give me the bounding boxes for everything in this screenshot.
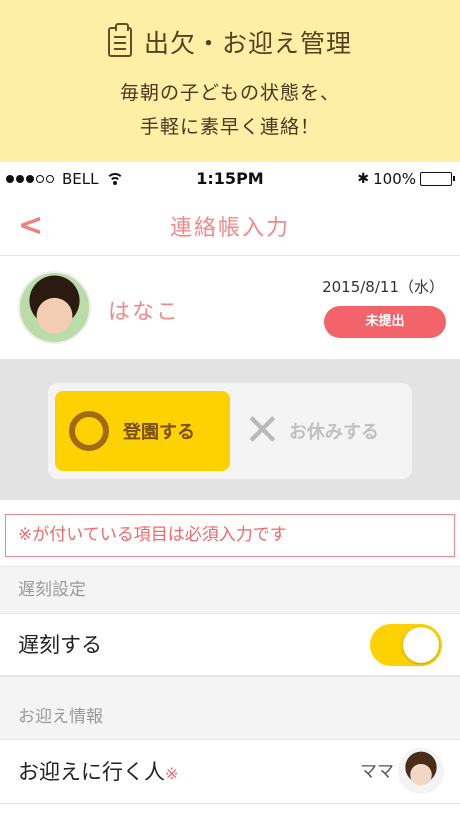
absent-button[interactable]: ✕ お休みする: [244, 391, 404, 471]
late-toggle[interactable]: [370, 624, 442, 666]
late-label: 遅刻する: [18, 633, 102, 657]
x-mark-icon: ✕: [244, 405, 281, 456]
attend-label: 登園する: [123, 422, 195, 443]
required-mark: ※: [165, 764, 179, 783]
page-title: 連絡帳入力: [169, 216, 290, 241]
absent-label: お休みする: [288, 422, 379, 443]
attend-button[interactable]: 登園する: [55, 391, 230, 471]
bottom-spacer: [0, 804, 460, 818]
pickup-person-avatar: [398, 748, 444, 794]
bluetooth-icon: ✱: [357, 171, 370, 187]
section-header-late: 遅刻設定: [0, 566, 460, 614]
pickup-person-value: ママ: [360, 762, 394, 782]
child-name: はなこ: [108, 300, 181, 325]
attendance-area: 登園する ✕ お休みする: [0, 360, 460, 500]
promo-banner: 出欠・お迎え管理 毎朝の子どもの状態を、 手軽に素早く連絡！: [0, 0, 460, 162]
section-header-pickup: お迎え情報: [0, 676, 460, 740]
pickup-person-row[interactable]: お迎えに行く人※ ママ: [0, 740, 460, 804]
attendance-segmented-control: 登園する ✕ お休みする: [48, 383, 412, 479]
battery-icon: [420, 172, 455, 186]
entry-date: 2015/8/11（水）: [322, 278, 444, 296]
notice-area: ※が付いている項目は必須入力です: [0, 500, 460, 566]
status-bar: BELL 1:15PM ✱ 100%: [0, 162, 460, 196]
child-info-row: はなこ 2015/8/11（水） 未提出: [0, 256, 460, 360]
pickup-label: お迎えに行く人: [18, 760, 165, 784]
toggle-knob: [403, 627, 439, 663]
banner-line-2: 手軽に素早く連絡！: [139, 116, 320, 138]
status-badge: 未提出: [324, 306, 446, 338]
status-right: ✱ 100%: [357, 170, 455, 188]
circle-icon: [69, 411, 109, 451]
late-row: 遅刻する: [0, 614, 460, 676]
banner-heading: 出欠・お迎え管理: [0, 23, 460, 60]
clipboard-icon: [107, 23, 132, 57]
banner-line-1: 毎朝の子どもの状態を、: [119, 82, 340, 104]
banner-title: 出欠・お迎え管理: [143, 29, 352, 58]
required-notice: ※が付いている項目は必須入力です: [5, 514, 455, 557]
battery-percent: 100%: [373, 170, 416, 188]
child-avatar: [18, 271, 91, 344]
navigation-bar: < 連絡帳入力: [0, 196, 460, 256]
